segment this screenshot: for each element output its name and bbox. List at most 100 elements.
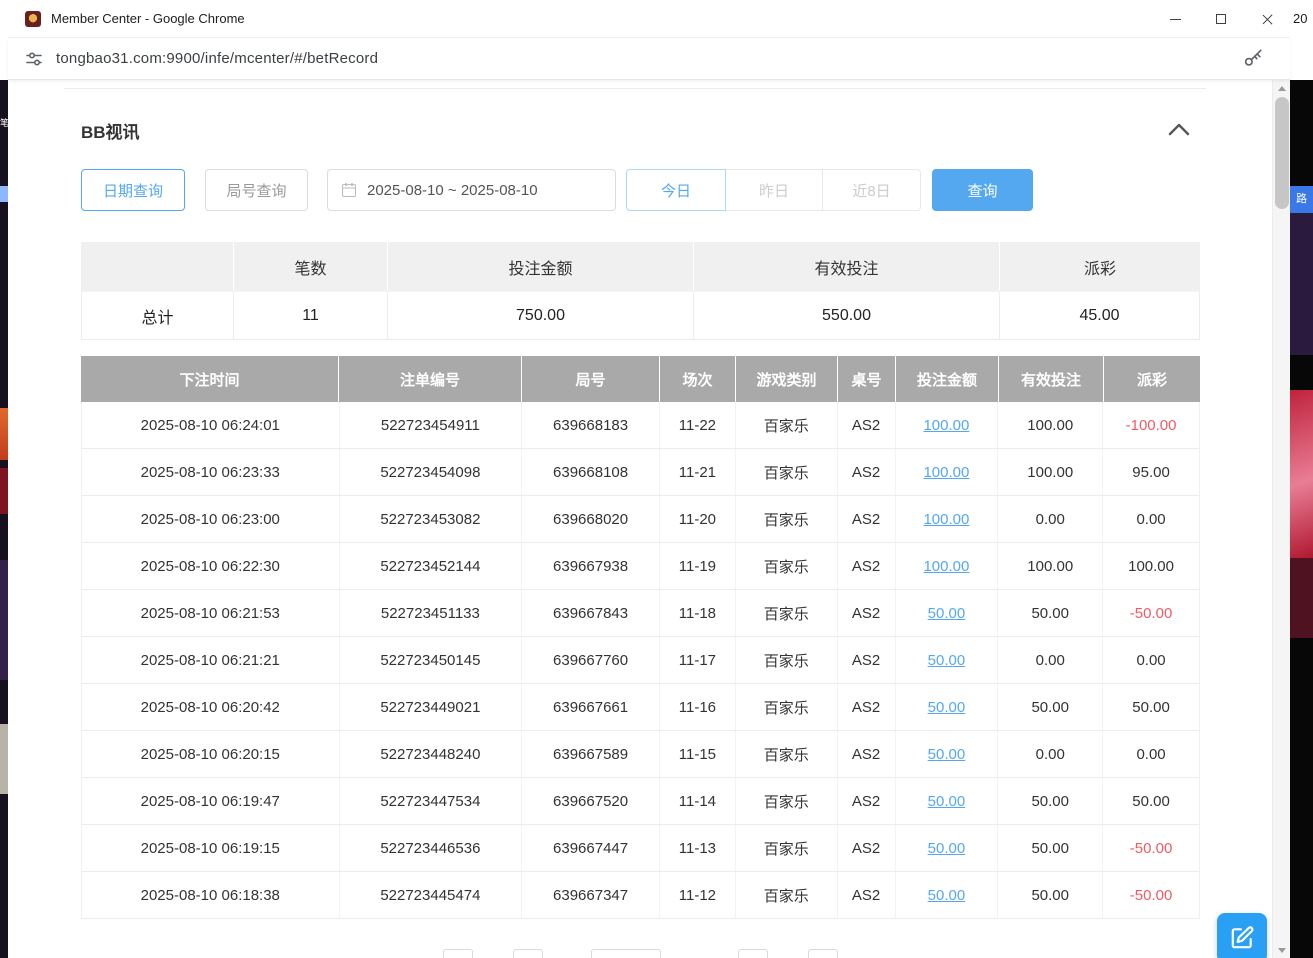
- bet-amount-link[interactable]: 50.00: [928, 699, 966, 716]
- bet-table-cell: 100.00: [1103, 543, 1199, 589]
- bet-amount-cell: 50.00: [896, 590, 999, 636]
- bet-amount-link[interactable]: 100.00: [923, 417, 969, 434]
- address-bar-url[interactable]: tongbao31.com:9900/infe/mcenter/#/betRec…: [56, 50, 378, 67]
- bet-table-cell: 639667938: [522, 543, 660, 589]
- bet-table-cell: AS2: [838, 825, 896, 871]
- summary-total-label: 总计: [81, 291, 234, 340]
- bet-table-cell: 50.00: [998, 778, 1103, 824]
- bet-table-cell: 50.00: [998, 825, 1103, 871]
- tune-icon[interactable]: [24, 49, 44, 69]
- round-query-tab-button[interactable]: 局号查询: [205, 169, 308, 211]
- bet-table-cell: 639667347: [522, 872, 660, 918]
- summary-bet-amount-value: 750.00: [388, 291, 694, 340]
- bet-table-cell: 639667661: [522, 684, 660, 730]
- edit-feedback-fab-button[interactable]: [1217, 913, 1267, 958]
- pagination-item[interactable]: [443, 949, 473, 958]
- bet-table-cell: AS2: [838, 496, 896, 542]
- bet-table-cell: -50.00: [1103, 825, 1199, 871]
- bet-table-cell: 522723451133: [340, 590, 523, 636]
- bet-table-cell: 639667520: [522, 778, 660, 824]
- bet-amount-link[interactable]: 50.00: [928, 793, 966, 810]
- address-bar[interactable]: tongbao31.com:9900/infe/mcenter/#/betRec…: [8, 38, 1290, 80]
- bet-table-cell: 百家乐: [736, 402, 838, 448]
- bet-amount-cell: 50.00: [896, 778, 999, 824]
- yesterday-button[interactable]: 昨日: [725, 169, 823, 211]
- bet-table-cell: 639668020: [522, 496, 660, 542]
- bet-table-cell: 11-15: [660, 731, 736, 777]
- bet-table-cell: 百家乐: [736, 872, 838, 918]
- bet-table-cell: 2025-08-10 06:20:42: [82, 684, 340, 730]
- bet-table-cell: 50.00: [998, 590, 1103, 636]
- desktop-fragment: [0, 186, 8, 202]
- maximize-button[interactable]: [1198, 0, 1244, 38]
- desktop-fragment: [1290, 558, 1313, 638]
- search-button[interactable]: 查询: [932, 169, 1033, 211]
- scroll-up-button[interactable]: [1273, 80, 1291, 96]
- site-favicon-icon: [25, 11, 41, 27]
- bet-table-cell: 2025-08-10 06:21:21: [82, 637, 340, 683]
- bet-table-cell: -50.00: [1103, 590, 1199, 636]
- summary-header-valid-bet: 有效投注: [694, 242, 1000, 291]
- bet-amount-link[interactable]: 50.00: [928, 652, 966, 669]
- bet-table-cell: 11-12: [660, 872, 736, 918]
- bet-amount-link[interactable]: 50.00: [928, 746, 966, 763]
- bet-amount-link[interactable]: 100.00: [923, 558, 969, 575]
- bet-table-cell: AS2: [838, 449, 896, 495]
- bet-table-cell: 639668183: [522, 402, 660, 448]
- summary-count-value: 11: [234, 291, 388, 340]
- bet-amount-cell: 100.00: [896, 543, 999, 589]
- arrow-up-icon: [1278, 86, 1286, 91]
- bet-amount-cell: 50.00: [896, 637, 999, 683]
- desktop-fragment: [0, 724, 8, 794]
- close-icon: [1261, 13, 1274, 26]
- bet-table-cell: 522723447534: [340, 778, 523, 824]
- minimize-icon: [1170, 19, 1181, 20]
- date-query-tab-button[interactable]: 日期查询: [81, 169, 185, 211]
- key-icon[interactable]: [1242, 48, 1264, 70]
- last-8-days-button[interactable]: 近8日: [822, 169, 921, 211]
- bet-table-cell: 522723454911: [340, 402, 523, 448]
- bet-table-cell: 百家乐: [736, 449, 838, 495]
- page-title: BB视讯: [81, 118, 140, 143]
- pagination-page-size-select[interactable]: [591, 949, 661, 958]
- bet-table-cell: 11-13: [660, 825, 736, 871]
- bet-table-column-header: 下注时间: [81, 356, 339, 402]
- scroll-down-button[interactable]: [1273, 942, 1291, 958]
- vertical-scrollbar[interactable]: [1272, 80, 1290, 958]
- pagination-item[interactable]: [808, 949, 838, 958]
- pagination-item[interactable]: [513, 949, 543, 958]
- scrollbar-thumb[interactable]: [1275, 97, 1289, 209]
- bet-amount-link[interactable]: 50.00: [928, 887, 966, 904]
- pagination-item[interactable]: [738, 949, 768, 958]
- bet-table-row: 2025-08-10 06:23:00522723453082639668020…: [82, 496, 1199, 543]
- close-button[interactable]: [1244, 0, 1290, 38]
- bet-table-row: 2025-08-10 06:22:30522723452144639667938…: [82, 543, 1199, 590]
- bet-table-cell: 2025-08-10 06:19:47: [82, 778, 340, 824]
- desktop-fragment: [1290, 213, 1313, 355]
- desktop-fragment: 20: [1290, 0, 1313, 80]
- bet-table-column-header: 场次: [660, 356, 736, 402]
- bet-table-row: 2025-08-10 06:18:38522723445474639667347…: [82, 872, 1199, 919]
- bet-table-cell: 522723452144: [340, 543, 523, 589]
- desktop-fragment: [0, 408, 8, 460]
- bet-table-body: 2025-08-10 06:24:01522723454911639668183…: [81, 402, 1200, 919]
- bet-table-cell: 522723445474: [340, 872, 523, 918]
- bet-amount-link[interactable]: 50.00: [928, 840, 966, 857]
- bet-amount-link[interactable]: 100.00: [923, 511, 969, 528]
- desktop-fragment: [0, 468, 8, 514]
- summary-header-row: 笔数 投注金额 有效投注 派彩: [81, 242, 1200, 291]
- bet-table-column-header: 游戏类别: [736, 356, 838, 402]
- bet-table-cell: 百家乐: [736, 684, 838, 730]
- date-range-input[interactable]: 2025-08-10 ~ 2025-08-10: [327, 169, 616, 211]
- collapse-section-button[interactable]: [1166, 120, 1192, 138]
- bet-amount-link[interactable]: 50.00: [928, 605, 966, 622]
- bet-table-cell: 百家乐: [736, 825, 838, 871]
- bet-amount-link[interactable]: 100.00: [923, 464, 969, 481]
- today-button[interactable]: 今日: [626, 169, 726, 211]
- bet-table-row: 2025-08-10 06:20:15522723448240639667589…: [82, 731, 1199, 778]
- bet-amount-cell: 100.00: [896, 449, 999, 495]
- bet-table-cell: 0.00: [998, 496, 1103, 542]
- bet-table-cell: 0.00: [998, 637, 1103, 683]
- summary-header-bet-amount: 投注金额: [388, 242, 694, 291]
- minimize-button[interactable]: [1152, 0, 1198, 38]
